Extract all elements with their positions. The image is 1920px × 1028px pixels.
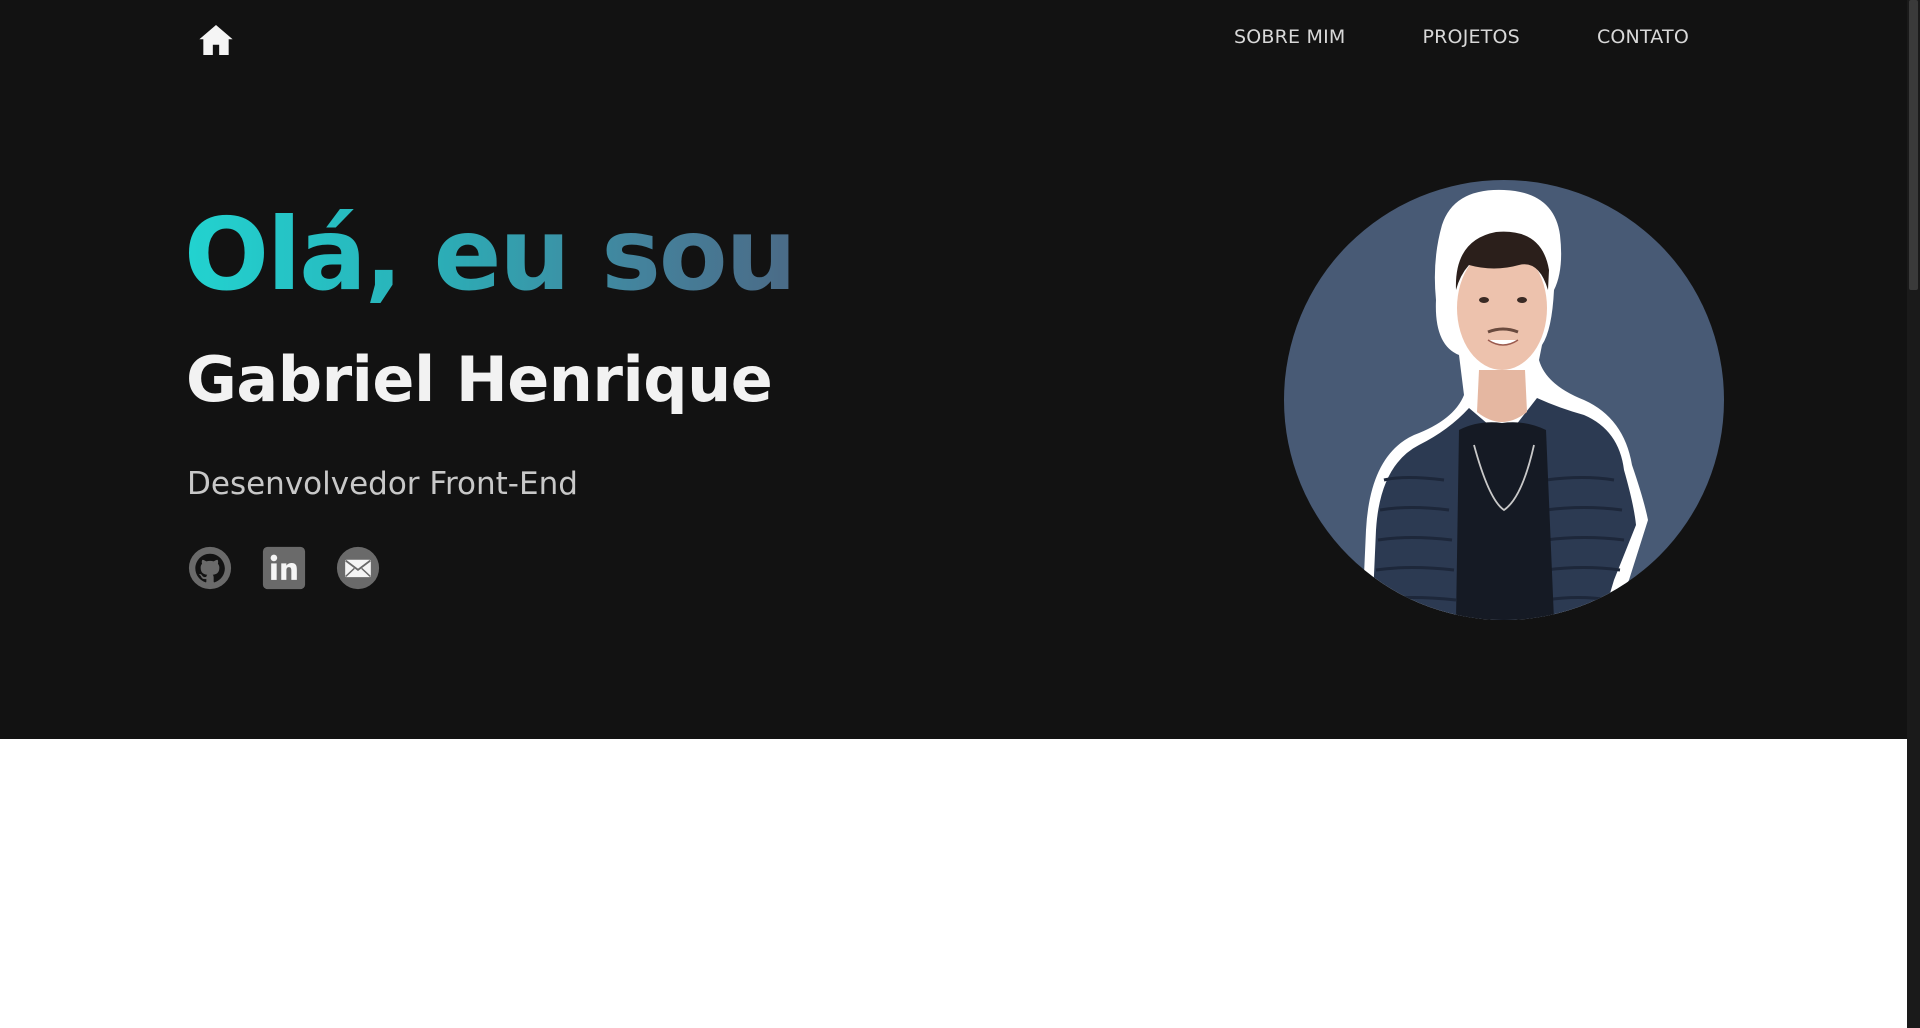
nav-link-projetos[interactable]: PROJETOS <box>1422 26 1519 48</box>
linkedin-link[interactable] <box>261 545 306 590</box>
email-link[interactable] <box>335 545 380 590</box>
nav-link-contato[interactable]: CONTATO <box>1597 26 1689 48</box>
profile-photo-illustration <box>1362 189 1648 620</box>
main-nav: SOBRE MIM PROJETOS CONTATO <box>1234 26 1689 48</box>
mail-icon <box>336 546 379 589</box>
scrollbar-thumb[interactable] <box>1909 0 1918 290</box>
role-text: Desenvolvedor Front-End <box>187 466 578 502</box>
home-button[interactable] <box>196 20 236 60</box>
home-icon <box>199 24 233 56</box>
github-icon <box>188 546 231 589</box>
hero-section: SOBRE MIM PROJETOS CONTATO Olá, eu sou G… <box>0 0 1907 739</box>
nav-link-sobre-mim[interactable]: SOBRE MIM <box>1234 26 1346 48</box>
name-heading: Gabriel Henrique <box>186 343 773 416</box>
github-link[interactable] <box>187 545 232 590</box>
linkedin-icon <box>262 546 305 589</box>
social-links <box>187 545 380 590</box>
profile-photo <box>1284 180 1724 620</box>
greeting-heading: Olá, eu sou <box>184 190 797 320</box>
